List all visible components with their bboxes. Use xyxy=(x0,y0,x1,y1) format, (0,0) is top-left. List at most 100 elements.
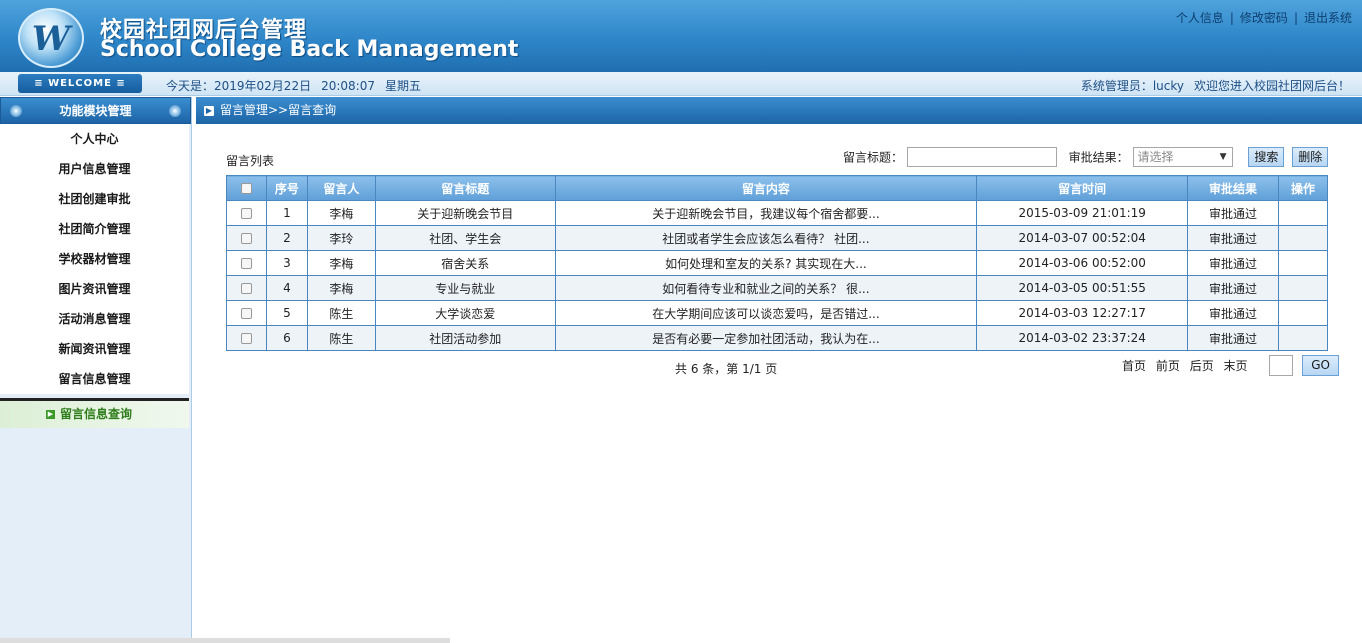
first-page-link[interactable]: 首页 xyxy=(1122,357,1146,374)
header: W 校园社团网后台管理 School College Back Manageme… xyxy=(0,0,1362,72)
result-select-value: 请选择 xyxy=(1137,150,1174,164)
cell-author: 陈生 xyxy=(306,300,376,326)
main-content: ▶ 留言管理>>留言查询 留言列表 留言标题： 审批结果： 请选择 ▼ 搜索 删除 … xyxy=(196,97,1362,643)
last-page-link[interactable]: 末页 xyxy=(1224,357,1248,374)
profile-link[interactable]: 个人信息 xyxy=(1176,11,1224,25)
message-table: 序号 留言人 留言标题 留言内容 留言时间 审批结果 操作 1 李梅 关于迎新晚… xyxy=(226,175,1328,351)
table-row: 4 李梅 专业与就业 如何看待专业和就业之间的关系？ 很... 2014-03-… xyxy=(226,275,1328,301)
cell-time: 2014-03-02 23:37:24 xyxy=(976,325,1189,351)
cell-operation xyxy=(1278,300,1328,326)
col-operation: 操作 xyxy=(1278,175,1328,201)
search-button[interactable]: 搜索 xyxy=(1248,147,1285,167)
go-button[interactable]: GO xyxy=(1302,355,1339,376)
row-checkbox[interactable] xyxy=(240,258,252,269)
cell-title: 专业与就业 xyxy=(374,275,556,301)
search-bar: 留言标题： 审批结果： 请选择 ▼ 搜索 删除 xyxy=(843,147,1329,167)
cell-title: 社团、学生会 xyxy=(374,225,556,251)
arrow-right-icon: ▶ xyxy=(46,410,55,419)
select-all-header xyxy=(226,175,267,201)
cell-result: 审批通过 xyxy=(1187,325,1279,351)
change-password-link[interactable]: 修改密码 xyxy=(1240,11,1288,25)
pagination-info: 共 6 条，第 1/1 页 xyxy=(675,362,778,376)
logout-link[interactable]: 退出系统 xyxy=(1304,11,1352,25)
cell-title: 宿舍关系 xyxy=(374,250,556,276)
cell-content: 在大学期间应该可以谈恋爱吗，是否错过... xyxy=(554,300,978,326)
sidebar-item-user-info[interactable]: 用户信息管理 xyxy=(0,154,189,184)
cell-content: 关于迎新晚会节目，我建议每个宿舍都要... xyxy=(554,200,978,226)
cell-content: 是否有必要一定参加社团活动，我认为在... xyxy=(554,325,978,351)
cell-title: 大学谈恋爱 xyxy=(374,300,556,326)
sidebar-item-message-query[interactable]: ▶ 留言信息查询 xyxy=(0,398,189,428)
list-title: 留言列表 xyxy=(226,154,275,168)
logo: W xyxy=(18,8,84,68)
row-checkbox[interactable] xyxy=(240,333,252,344)
cell-result: 审批通过 xyxy=(1187,225,1279,251)
cell-content: 社团或者学生会应该怎么看待？ 社团... xyxy=(554,225,978,251)
arrow-right-icon: ▶ xyxy=(204,105,214,116)
sidebar-item-message-manage[interactable]: 留言信息管理 xyxy=(0,364,189,394)
welcome-badge: ≡ WELCOME ≡ xyxy=(18,74,142,93)
today-info: 今天是：2019年02月22日 20:08:07 星期五 xyxy=(166,77,431,94)
info-bar: ≡ WELCOME ≡ 今天是：2019年02月22日 20:08:07 星期五 系… xyxy=(0,72,1362,96)
sidebar-item-club-approval[interactable]: 社团创建审批 xyxy=(0,184,189,214)
time-text: 20:08:07 xyxy=(321,79,375,93)
cell-title: 社团活动参加 xyxy=(374,325,556,351)
sidebar: 功能模块管理 个人中心 用户信息管理 社团创建审批 社团简介管理 学校器材管理 … xyxy=(0,97,192,643)
sidebar-item-equipment[interactable]: 学校器材管理 xyxy=(0,244,189,274)
logo-letter: W xyxy=(31,19,71,59)
table-row: 3 李梅 宿舍关系 如何处理和室友的关系? 其实现在大... 2014-03-0… xyxy=(226,250,1328,276)
row-checkbox[interactable] xyxy=(240,233,252,244)
sidebar-item-activity[interactable]: 活动消息管理 xyxy=(0,304,189,334)
table-row: 2 李玲 社团、学生会 社团或者学生会应该怎么看待？ 社团... 2014-03… xyxy=(226,225,1328,251)
col-result: 审批结果 xyxy=(1187,175,1279,201)
row-checkbox[interactable] xyxy=(240,308,252,319)
col-content: 留言内容 xyxy=(554,175,978,201)
cell-author: 李梅 xyxy=(306,275,376,301)
sidebar-item-news[interactable]: 新闻资讯管理 xyxy=(0,334,189,364)
cell-result: 审批通过 xyxy=(1187,200,1279,226)
cell-author: 陈生 xyxy=(306,325,376,351)
sidebar-item-image-news[interactable]: 图片资讯管理 xyxy=(0,274,189,304)
cell-author: 李梅 xyxy=(306,250,376,276)
cell-result: 审批通过 xyxy=(1187,300,1279,326)
row-checkbox[interactable] xyxy=(240,208,252,219)
greeting-text: 欢迎您进入校园社团网后台！ xyxy=(1193,79,1350,93)
sidebar-item-personal-center[interactable]: 个人中心 xyxy=(0,124,189,154)
top-links: 个人信息 | 修改密码 | 退出系统 xyxy=(1175,11,1352,25)
cell-operation xyxy=(1278,325,1328,351)
sidebar-active-label: 留言信息查询 xyxy=(60,407,133,421)
cell-time: 2014-03-07 00:52:04 xyxy=(976,225,1189,251)
result-select[interactable]: 请选择 ▼ xyxy=(1132,147,1233,167)
cell-no: 2 xyxy=(265,225,308,251)
system-title-en: School College Back Management xyxy=(100,37,519,62)
admin-name: 系统管理员：lucky xyxy=(1080,79,1184,93)
delete-button[interactable]: 删除 xyxy=(1292,147,1329,167)
cell-time: 2014-03-06 00:52:00 xyxy=(976,250,1189,276)
cell-operation xyxy=(1278,200,1328,226)
select-all-checkbox[interactable] xyxy=(240,183,252,194)
weekday-text: 星期五 xyxy=(385,79,422,93)
cell-operation xyxy=(1278,225,1328,251)
sidebar-header: 功能模块管理 xyxy=(0,97,191,124)
row-checkbox[interactable] xyxy=(240,283,252,294)
prev-page-link[interactable]: 前页 xyxy=(1156,357,1180,374)
horizontal-scrollbar[interactable] xyxy=(0,638,450,643)
title-search-input[interactable] xyxy=(906,147,1057,167)
breadcrumb: ▶ 留言管理>>留言查询 xyxy=(196,97,1362,124)
next-page-link[interactable]: 后页 xyxy=(1190,357,1214,374)
sidebar-item-club-intro[interactable]: 社团简介管理 xyxy=(0,214,189,244)
col-author: 留言人 xyxy=(306,175,376,201)
cell-no: 1 xyxy=(265,200,308,226)
col-no: 序号 xyxy=(265,175,308,201)
table-row: 5 陈生 大学谈恋爱 在大学期间应该可以谈恋爱吗，是否错过... 2014-03… xyxy=(226,300,1328,326)
cell-operation xyxy=(1278,275,1328,301)
date-text: 今天是：2019年02月22日 xyxy=(166,79,312,93)
bullet-icon xyxy=(10,105,22,117)
bullet-icon xyxy=(169,105,181,117)
page-number-input[interactable] xyxy=(1269,355,1294,376)
breadcrumb-text: 留言管理>>留言查询 xyxy=(220,103,337,117)
cell-time: 2014-03-03 12:27:17 xyxy=(976,300,1189,326)
cell-no: 3 xyxy=(265,250,308,276)
col-title: 留言标题 xyxy=(374,175,556,201)
cell-title: 关于迎新晚会节目 xyxy=(374,200,556,226)
